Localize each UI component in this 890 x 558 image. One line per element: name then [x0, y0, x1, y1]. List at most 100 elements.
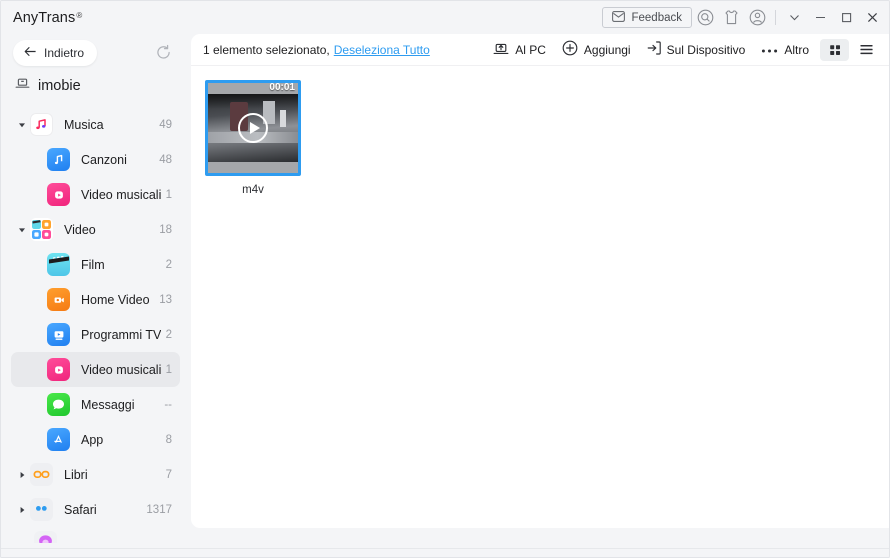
- sidebar-item-video[interactable]: Video 18: [11, 212, 180, 247]
- more-dots-icon: [761, 43, 778, 57]
- sidebar-item-libri[interactable]: Libri 7: [11, 457, 180, 492]
- film-icon: [47, 253, 70, 276]
- sidebar-item-canzoni[interactable]: Canzoni 48: [11, 142, 180, 177]
- safari-icon: [30, 498, 53, 521]
- media-grid: 00:01 m4v: [191, 66, 889, 196]
- grid-view-icon[interactable]: [820, 38, 849, 61]
- toolbar-divider: [775, 10, 776, 25]
- to-device-label: Sul Dispositivo: [666, 42, 746, 57]
- duration-label: 00:01: [269, 82, 295, 93]
- export-to-pc-button[interactable]: Al PC: [485, 38, 554, 62]
- tshirt-icon[interactable]: [718, 5, 744, 31]
- video-thumbnail[interactable]: 00:01: [205, 80, 301, 176]
- music-note-icon: [30, 113, 53, 136]
- add-label: Aggiungi: [583, 42, 631, 57]
- sidebar-item-label: App: [81, 432, 104, 447]
- books-icon: [30, 463, 53, 486]
- sidebar-item-video-musicali-musica[interactable]: Video musicali 1: [11, 177, 180, 212]
- maximize-icon[interactable]: [833, 5, 859, 31]
- sidebar-item-count: 1: [165, 188, 172, 201]
- messages-icon: [47, 393, 70, 416]
- sidebar-item-count: 7: [165, 468, 172, 481]
- add-button[interactable]: Aggiungi: [554, 38, 639, 62]
- sidebar-item-count: --: [164, 398, 172, 411]
- device-row[interactable]: imobie: [1, 71, 191, 105]
- caret-down-icon[interactable]: [15, 121, 28, 129]
- device-name: imobie: [38, 78, 81, 94]
- play-triangle: [249, 122, 260, 134]
- toolbar-actions: Al PC Aggiungi Sul Dispositivo Altro: [485, 38, 881, 62]
- sidebar-item-label: Video musicali: [81, 187, 162, 202]
- sidebar-nav: Musica 49 Canzoni 48 Video musicali 1 Vi…: [1, 105, 191, 543]
- sidebar-item-count: 2: [165, 258, 172, 271]
- sidebar-header: Indietro: [1, 34, 191, 71]
- caret-right-icon[interactable]: [15, 506, 28, 514]
- export-to-pc-icon: [493, 41, 509, 59]
- sidebar-item-label: Video musicali: [81, 362, 162, 377]
- sidebar-item-label: Film: [81, 257, 105, 272]
- tv-shows-icon: [47, 323, 70, 346]
- music-video-icon: [47, 183, 70, 206]
- feedback-button[interactable]: Feedback: [602, 7, 692, 28]
- sidebar-item-video-musicali[interactable]: Video musicali 1: [11, 352, 180, 387]
- sidebar-item-count: 18: [159, 223, 172, 236]
- selection-status: 1 elemento selezionato,: [203, 42, 330, 57]
- sidebar-item-label: Libri: [64, 467, 88, 482]
- sidebar-item-count: 49: [159, 118, 172, 131]
- sidebar-item-app[interactable]: App 8: [11, 422, 180, 457]
- video-grid-icon: [30, 218, 53, 241]
- minimize-icon[interactable]: [807, 5, 833, 31]
- sidebar-item-label: Home Video: [81, 292, 150, 307]
- app-title: AnyTrans: [13, 9, 76, 26]
- list-view-icon[interactable]: [852, 39, 881, 61]
- plus-circle-icon: [562, 40, 578, 59]
- appstore-icon: [47, 428, 70, 451]
- sidebar-item-label: Musica: [64, 117, 104, 132]
- more-label: Altro: [784, 42, 809, 57]
- chevron-down-icon[interactable]: [781, 5, 807, 31]
- sidebar-item-home-video[interactable]: Home Video 13: [11, 282, 180, 317]
- sidebar-item-programmi-tv[interactable]: Programmi TV 2: [11, 317, 180, 352]
- deselect-all-link[interactable]: Deseleziona Tutto: [334, 43, 430, 57]
- registered-mark: ®: [76, 10, 83, 20]
- back-label: Indietro: [44, 45, 85, 60]
- music-video-icon: [47, 358, 70, 381]
- songs-icon: [47, 148, 70, 171]
- refresh-icon[interactable]: [152, 42, 174, 64]
- sidebar-item-safari[interactable]: Safari 1317: [11, 492, 180, 527]
- search-icon[interactable]: [692, 5, 718, 31]
- to-device-icon: [647, 40, 661, 59]
- title-bar: AnyTrans ® Feedback: [1, 1, 889, 34]
- content-panel: 1 elemento selezionato, Deseleziona Tutt…: [191, 34, 889, 528]
- sidebar-item-messaggi[interactable]: Messaggi --: [11, 387, 180, 422]
- app-logo: AnyTrans ®: [13, 10, 82, 26]
- media-tile-label: m4v: [242, 184, 264, 196]
- sidebar-item-film[interactable]: Film 2: [11, 247, 180, 282]
- sidebar-item-label: Messaggi: [81, 397, 135, 412]
- to-device-button[interactable]: Sul Dispositivo: [639, 38, 754, 62]
- caret-right-icon[interactable]: [15, 471, 28, 479]
- sidebar-item-count: 1: [165, 363, 172, 376]
- status-bar: [1, 548, 889, 557]
- sidebar-item-label: Video: [64, 222, 96, 237]
- more-button[interactable]: Altro: [753, 38, 817, 62]
- sidebar-item-count: 2: [165, 328, 172, 341]
- feedback-label: Feedback: [631, 11, 682, 24]
- back-button[interactable]: Indietro: [13, 39, 98, 66]
- home-video-icon: [47, 288, 70, 311]
- content-toolbar: 1 elemento selezionato, Deseleziona Tutt…: [191, 34, 889, 66]
- account-icon[interactable]: [744, 5, 770, 31]
- arrow-left-icon: [24, 46, 37, 60]
- sidebar-item-partial-icon[interactable]: [34, 531, 57, 543]
- letterbox-bottom: [208, 162, 298, 173]
- sidebar-item-count: 48: [159, 153, 172, 166]
- media-tile[interactable]: 00:01 m4v: [205, 80, 301, 196]
- close-icon[interactable]: [859, 5, 885, 31]
- sidebar-item-count: 1317: [146, 503, 172, 516]
- app-window: AnyTrans ® Feedback Indietro imobie Musi…: [0, 0, 890, 558]
- play-icon[interactable]: [238, 113, 268, 143]
- sidebar-item-label: Canzoni: [81, 152, 127, 167]
- sidebar-item-musica[interactable]: Musica 49: [11, 107, 180, 142]
- device-icon: [15, 77, 30, 95]
- caret-down-icon[interactable]: [15, 226, 28, 234]
